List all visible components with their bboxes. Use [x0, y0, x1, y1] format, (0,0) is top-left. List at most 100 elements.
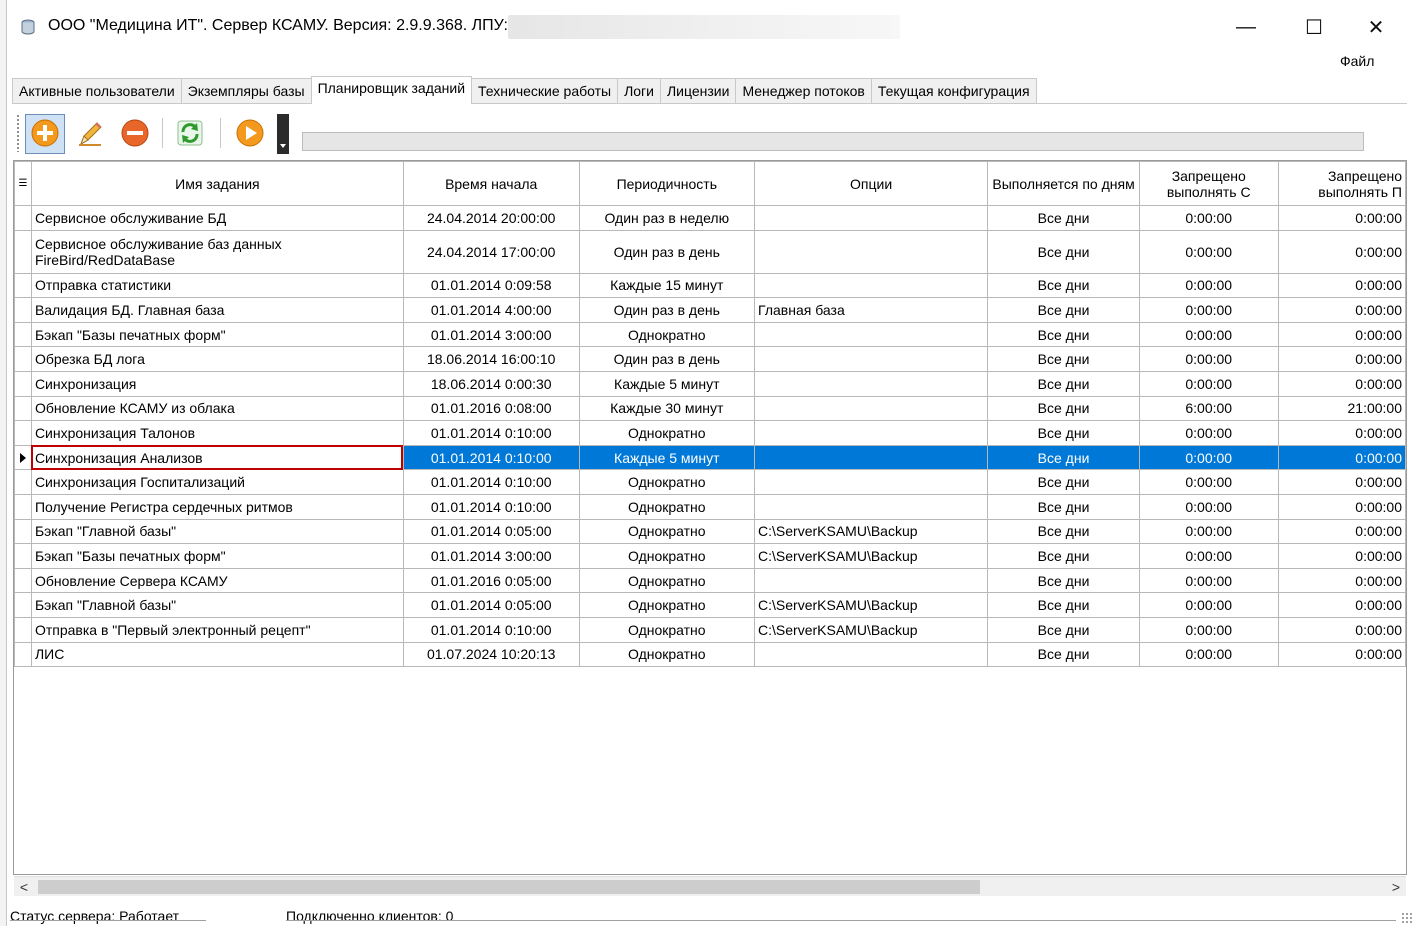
cell-periodicity[interactable]: Однократно — [578, 592, 756, 618]
cell-forbidden-from[interactable]: 0:00:00 — [1138, 469, 1279, 495]
cell-forbidden-from[interactable]: 0:00:00 — [1138, 370, 1279, 397]
cell-start-time[interactable]: 01.01.2014 0:10:00 — [402, 444, 580, 471]
cell-start-time[interactable]: 24.04.2014 20:00:00 — [402, 205, 580, 231]
row-indicator[interactable] — [14, 272, 32, 299]
table-row[interactable]: Синхронизация Госпитализаций 01.01.2014 0… — [14, 469, 1406, 495]
cell-task-name[interactable]: ЛИС — [30, 641, 404, 668]
cell-periodicity[interactable]: Однократно — [578, 493, 756, 520]
cell-forbidden-from[interactable]: 0:00:00 — [1138, 229, 1279, 274]
tab-task-scheduler[interactable]: Планировщик заданий — [310, 76, 473, 104]
cell-days[interactable]: Все дни — [987, 272, 1140, 299]
cell-options[interactable] — [754, 469, 989, 495]
tab-db-instances[interactable]: Экземпляры базы — [180, 78, 312, 103]
cell-days[interactable]: Все дни — [987, 469, 1140, 495]
cell-periodicity[interactable]: Один раз в день — [578, 297, 756, 323]
cell-forbidden-from[interactable]: 6:00:00 — [1138, 395, 1279, 422]
cell-forbidden-to[interactable]: 0:00:00 — [1277, 297, 1406, 323]
cell-days[interactable]: Все дни — [987, 229, 1140, 274]
cell-forbidden-to[interactable]: 0:00:00 — [1277, 321, 1406, 348]
cell-forbidden-to[interactable]: 0:00:00 — [1277, 444, 1406, 471]
cell-days[interactable]: Все дни — [987, 321, 1140, 348]
cell-days[interactable]: Все дни — [987, 297, 1140, 323]
cell-periodicity[interactable]: Однократно — [578, 641, 756, 668]
cell-periodicity[interactable]: Каждые 5 минут — [578, 370, 756, 397]
cell-forbidden-from[interactable]: 0:00:00 — [1138, 641, 1279, 668]
cell-forbidden-from[interactable]: 0:00:00 — [1138, 444, 1279, 471]
cell-periodicity[interactable]: Один раз в день — [578, 346, 756, 372]
cell-options[interactable]: C:\ServerKSAMU\Backup — [754, 518, 989, 545]
toolbar-grip[interactable] — [16, 114, 20, 152]
scroll-left-icon[interactable]: < — [14, 877, 34, 897]
cell-options[interactable] — [754, 567, 989, 594]
refresh-button[interactable] — [170, 114, 210, 154]
tab-licenses[interactable]: Лицензии — [659, 78, 737, 103]
col-header-forbidden-to[interactable]: Запрещено выполнять П — [1277, 161, 1406, 206]
cell-periodicity[interactable]: Однократно — [578, 567, 756, 594]
cell-options[interactable] — [754, 444, 989, 471]
cell-forbidden-to[interactable]: 0:00:00 — [1277, 543, 1406, 569]
close-button[interactable]: ✕ — [1353, 8, 1399, 46]
cell-start-time[interactable]: 01.01.2014 0:10:00 — [402, 469, 580, 495]
cell-options[interactable] — [754, 493, 989, 520]
cell-start-time[interactable]: 01.01.2014 0:05:00 — [402, 592, 580, 618]
minimize-button[interactable]: — — [1223, 8, 1269, 46]
cell-forbidden-to[interactable]: 0:00:00 — [1277, 616, 1406, 643]
cell-start-time[interactable]: 01.01.2014 0:10:00 — [402, 420, 580, 446]
table-row[interactable]: ЛИС 01.07.2024 10:20:13 Однократно Все дни 0… — [14, 641, 1406, 668]
cell-options[interactable]: Главная база — [754, 297, 989, 323]
delete-task-button[interactable] — [115, 114, 155, 154]
row-indicator[interactable] — [14, 420, 32, 446]
cell-options[interactable]: C:\ServerKSAMU\Backup — [754, 543, 989, 569]
col-header-forbidden-from[interactable]: Запрещено выполнять С — [1138, 161, 1279, 206]
cell-periodicity[interactable]: Каждые 5 минут — [578, 444, 756, 471]
cell-days[interactable]: Все дни — [987, 420, 1140, 446]
cell-task-name[interactable]: Синхронизация Талонов — [30, 420, 404, 446]
table-row[interactable]: Бэкап "Главной базы" 01.01.2014 0:05:00 Од… — [14, 518, 1406, 545]
menu-file[interactable]: Файл — [1340, 53, 1374, 69]
cell-forbidden-to[interactable]: 0:00:00 — [1277, 420, 1406, 446]
cell-forbidden-to[interactable]: 21:00:00 — [1277, 395, 1406, 422]
cell-forbidden-to[interactable]: 0:00:00 — [1277, 567, 1406, 594]
cell-periodicity[interactable]: Один раз в неделю — [578, 205, 756, 231]
row-indicator[interactable] — [14, 592, 32, 618]
table-row[interactable]: Сервисное обслуживание баз данных FireBi… — [14, 229, 1406, 274]
cell-forbidden-to[interactable]: 0:00:00 — [1277, 346, 1406, 372]
cell-task-name[interactable]: Синхронизация — [30, 370, 404, 397]
cell-task-name[interactable]: Получение Регистра сердечных ритмов — [30, 493, 404, 520]
cell-forbidden-to[interactable]: 0:00:00 — [1277, 493, 1406, 520]
cell-task-name[interactable]: Сервисное обслуживание БД — [30, 205, 404, 231]
cell-forbidden-to[interactable]: 0:00:00 — [1277, 272, 1406, 299]
cell-periodicity[interactable]: Каждые 30 минут — [578, 395, 756, 422]
scroll-right-icon[interactable]: > — [1386, 877, 1406, 897]
row-indicator[interactable] — [14, 567, 32, 594]
cell-days[interactable]: Все дни — [987, 346, 1140, 372]
cell-periodicity[interactable]: Один раз в день — [578, 229, 756, 274]
cell-forbidden-from[interactable]: 0:00:00 — [1138, 346, 1279, 372]
cell-task-name[interactable]: Бэкап "Главной базы" — [30, 592, 404, 618]
cell-forbidden-from[interactable]: 0:00:00 — [1138, 420, 1279, 446]
row-indicator[interactable] — [14, 297, 32, 323]
cell-start-time[interactable]: 01.01.2014 0:05:00 — [402, 518, 580, 545]
cell-options[interactable] — [754, 272, 989, 299]
row-indicator[interactable] — [14, 321, 32, 348]
maximize-button[interactable]: ☐ — [1291, 8, 1337, 46]
cell-task-name[interactable]: Сервисное обслуживание баз данных FireBi… — [30, 229, 404, 274]
table-row[interactable]: Отправка статистики 01.01.2014 0:09:58 Каж… — [14, 272, 1406, 299]
table-row[interactable]: Синхронизация Талонов 01.01.2014 0:10:00 О… — [14, 420, 1406, 446]
cell-start-time[interactable]: 01.01.2016 0:08:00 — [402, 395, 580, 422]
cell-days[interactable]: Все дни — [987, 518, 1140, 545]
cell-options[interactable] — [754, 395, 989, 422]
row-indicator[interactable] — [14, 518, 32, 545]
cell-task-name[interactable]: Синхронизация Анализов — [30, 444, 404, 471]
cell-days[interactable]: Все дни — [987, 616, 1140, 643]
cell-task-name[interactable]: Бэкап "Главной базы" — [30, 518, 404, 545]
tab-current-config[interactable]: Текущая конфигурация — [870, 78, 1037, 103]
row-indicator[interactable] — [14, 444, 32, 471]
cell-days[interactable]: Все дни — [987, 444, 1140, 471]
edit-task-button[interactable] — [70, 114, 110, 154]
cell-periodicity[interactable]: Однократно — [578, 469, 756, 495]
col-header-start-time[interactable]: Время начала — [402, 161, 580, 206]
row-indicator[interactable] — [14, 346, 32, 372]
cell-periodicity[interactable]: Однократно — [578, 616, 756, 643]
column-chooser-icon[interactable]: ☰ — [14, 161, 32, 206]
